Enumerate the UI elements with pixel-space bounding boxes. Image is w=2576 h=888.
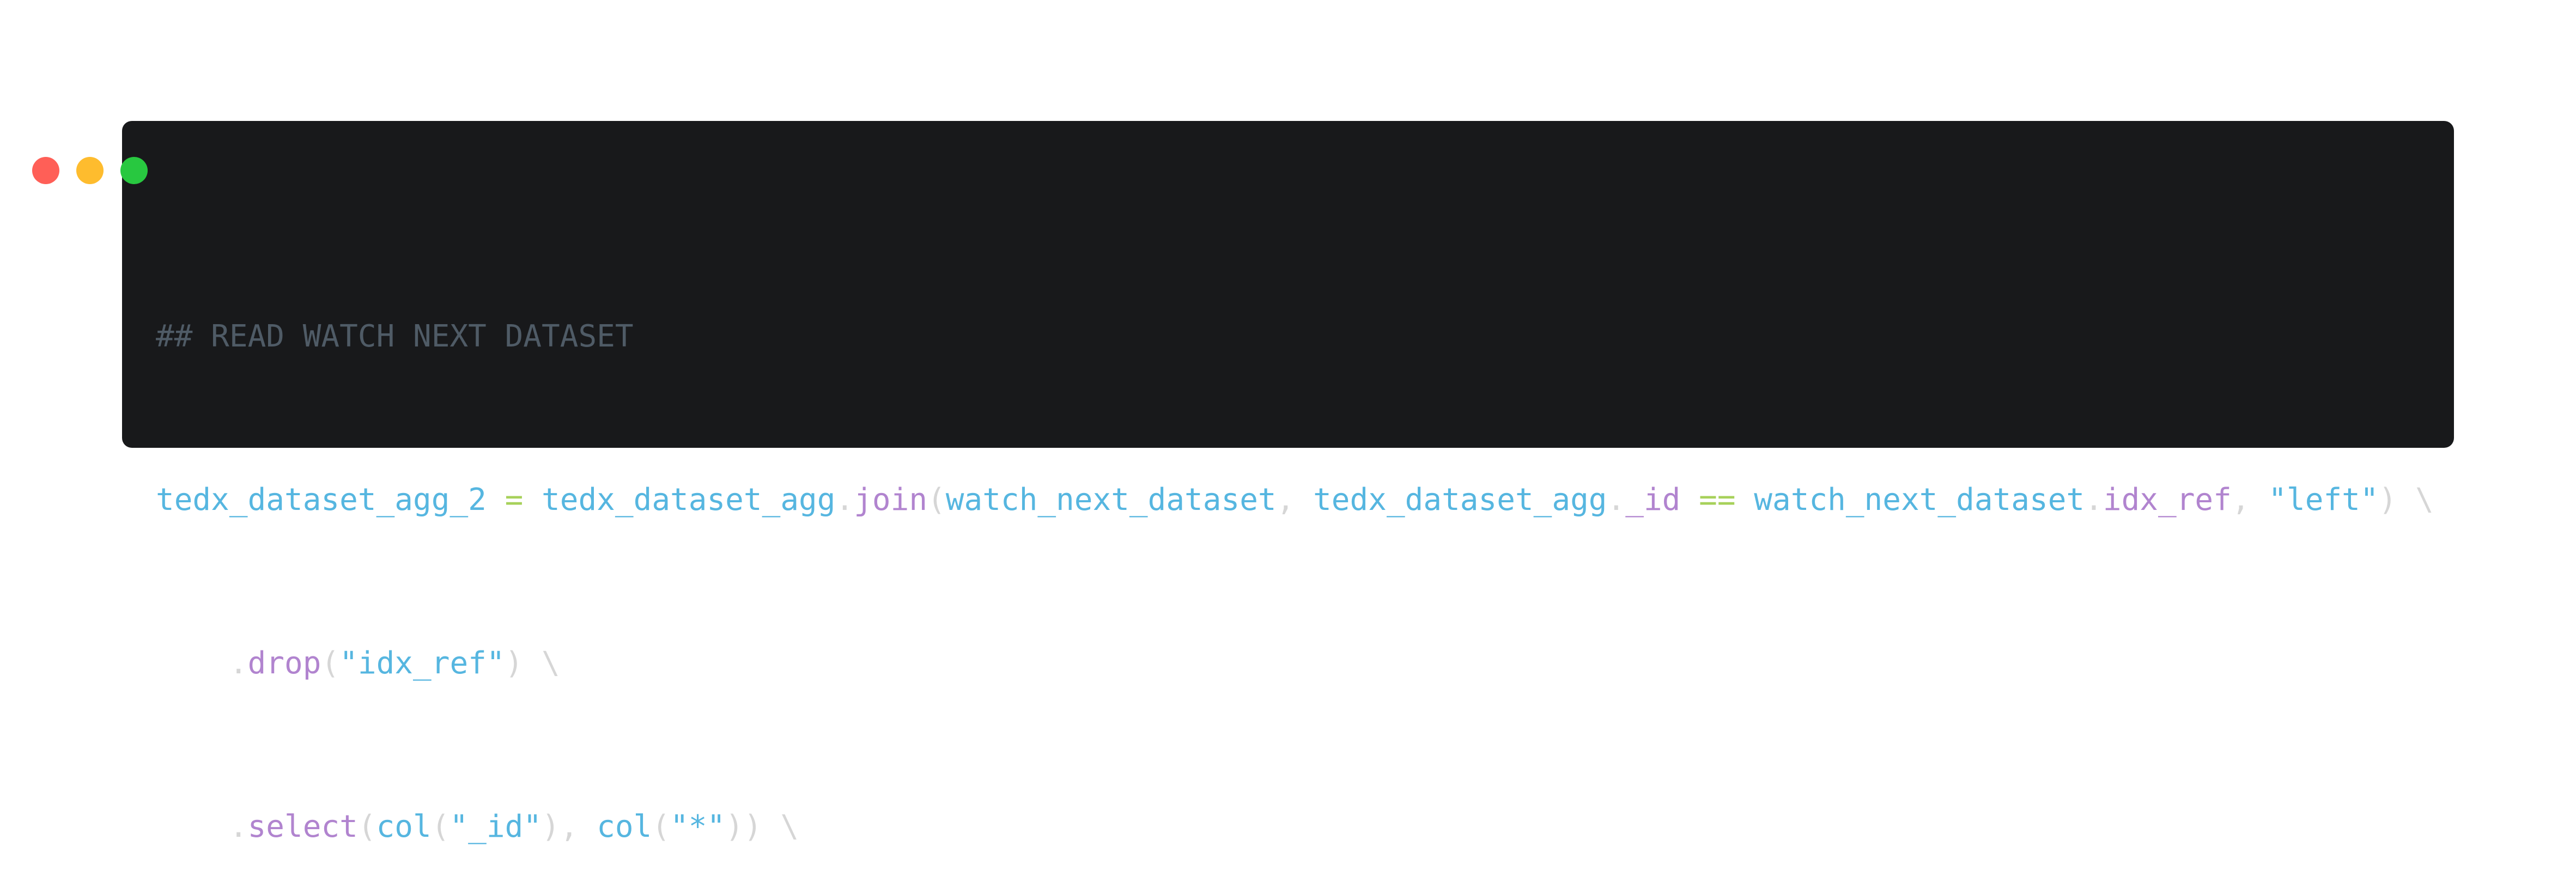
equality-operator: == (1699, 482, 1736, 518)
code-comment: ## READ WATCH NEXT DATASET (156, 319, 634, 354)
join-arg-dataframe: watch_next_dataset (945, 482, 1277, 518)
code-line-comment: ## READ WATCH NEXT DATASET (156, 316, 2434, 357)
col-function: col (597, 809, 652, 844)
field-id: _id (1625, 482, 1681, 518)
dot: . (1607, 482, 1626, 518)
drop-method: drop (247, 646, 321, 681)
close-icon[interactable] (32, 157, 59, 184)
right-dataframe: watch_next_dataset (1754, 482, 2085, 518)
paren-close: ) (2378, 482, 2397, 518)
comma: , (1276, 482, 1314, 518)
drop-arg-string: "idx_ref" (339, 646, 505, 681)
window-controls (32, 157, 148, 184)
left-dataframe-ref: tedx_dataset_agg (1313, 482, 1607, 518)
paren-open: ( (652, 809, 671, 844)
paren-open: ( (321, 646, 340, 681)
line-continuation: \ (762, 809, 799, 844)
code-line-select: .select(col("_id"), col("*")) \ (156, 806, 2434, 847)
dot: . (229, 646, 248, 681)
minimize-icon[interactable] (76, 157, 104, 184)
field-idx-ref: idx_ref (2103, 482, 2232, 518)
comma: , (2231, 482, 2269, 518)
code-line-join: tedx_dataset_agg_2 = tedx_dataset_agg.jo… (156, 479, 2434, 520)
join-type-string: "left" (2268, 482, 2379, 518)
assign-variable: tedx_dataset_agg_2 (156, 482, 487, 518)
left-dataframe: tedx_dataset_agg (542, 482, 836, 518)
paren-open: ( (357, 809, 376, 844)
line-continuation: \ (523, 646, 560, 681)
code-line-drop: .drop("idx_ref") \ (156, 643, 2434, 684)
comma: , (560, 809, 597, 844)
assign-operator: = (486, 482, 542, 518)
col-function: col (376, 809, 432, 844)
paren-close: )) (725, 809, 762, 844)
paren-close: ) (505, 646, 524, 681)
line-continuation: \ (2397, 482, 2434, 518)
paren-close: ) (542, 809, 560, 844)
dot: . (229, 809, 248, 844)
join-method: join (854, 482, 928, 518)
dot: . (835, 482, 854, 518)
maximize-icon[interactable] (120, 157, 148, 184)
col-arg-id: "_id" (449, 809, 542, 844)
code-block: ## READ WATCH NEXT DATASET tedx_dataset_… (156, 234, 2434, 888)
paren-open: ( (927, 482, 946, 518)
col-arg-star: "*" (670, 809, 726, 844)
dot: . (2085, 482, 2103, 518)
select-method: select (247, 809, 358, 844)
paren-open: ( (431, 809, 450, 844)
